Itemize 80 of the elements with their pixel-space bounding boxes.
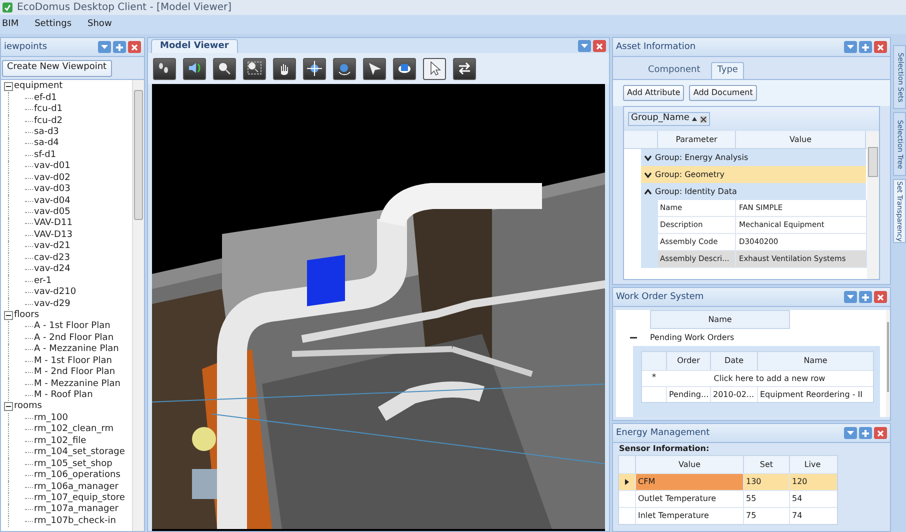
- group-row[interactable]: Group: Identity Data: [641, 183, 866, 200]
- table-row[interactable]: Inlet Temperature 75 74: [619, 507, 837, 524]
- tree-node[interactable]: vav-d03: [34, 185, 70, 194]
- panel-title: Work Order System: [616, 292, 704, 302]
- tree-node[interactable]: A - 2nd Floor Plan: [34, 334, 114, 343]
- tree-node[interactable]: vav-d21: [34, 242, 70, 252]
- tab[interactable]: Component: [643, 62, 706, 79]
- tree-node[interactable]: cav-d23: [34, 254, 70, 263]
- group-label: Group: Energy Analysis: [655, 152, 748, 164]
- tree-node[interactable]: vav-d01: [34, 162, 70, 172]
- window-title: EcoDomus Desktop Client - [Model Viewer]: [17, 2, 232, 12]
- tree-node[interactable]: rm_100: [34, 414, 68, 423]
- tree-node[interactable]: vav-d210: [34, 288, 76, 298]
- tree-node[interactable]: M - 1st Floor Plan: [34, 356, 112, 366]
- tree-node[interactable]: sa-d3: [34, 128, 59, 137]
- action-button[interactable]: Add Document: [689, 85, 757, 101]
- column-header: Name: [757, 352, 873, 370]
- panel-title: Asset Information: [616, 42, 696, 52]
- group-row[interactable]: Pending Work Orders: [616, 329, 886, 346]
- tree-node[interactable]: fcu-d2: [34, 116, 63, 126]
- tree-node[interactable]: rm_104_set_storage: [34, 448, 125, 458]
- tree-node[interactable]: vav-d04: [34, 196, 70, 206]
- panel-title: iewpoints: [4, 42, 48, 52]
- tree-node[interactable]: sa-d4: [34, 139, 59, 148]
- tree-node[interactable]: rm_107_equip_store: [34, 494, 125, 503]
- section-title: Sensor Information:: [618, 443, 710, 455]
- panel-tab[interactable]: Model Viewer: [151, 39, 238, 53]
- table-cell: 75: [743, 508, 789, 524]
- table-cell: Equipment Reordering - II: [757, 387, 873, 402]
- new-row-prompt[interactable]: Click here to add a new row: [666, 372, 873, 384]
- menu-item[interactable]: Settings: [34, 20, 72, 29]
- table-cell: CFM: [635, 474, 743, 490]
- table-cell: 74: [789, 508, 835, 524]
- column-header: Value: [736, 131, 866, 148]
- tree-node[interactable]: rm_106a_manager: [34, 482, 118, 492]
- tree-node[interactable]: rm_105_set_shop: [34, 460, 112, 469]
- tree-node[interactable]: floors: [14, 310, 40, 320]
- tree-node[interactable]: vav-d29: [34, 300, 70, 309]
- tree-node[interactable]: vav-d05: [34, 208, 70, 218]
- tree-node[interactable]: equipment: [14, 82, 63, 92]
- new-row-icon: *: [642, 372, 666, 386]
- tree-node[interactable]: vav-d24: [34, 265, 70, 274]
- create-viewpoint-button[interactable]: Create New Viewpoint: [2, 60, 112, 76]
- table-row[interactable]: CFM 130 120: [619, 473, 837, 490]
- group-label: Pending Work Orders: [650, 332, 734, 344]
- column-header: Order: [666, 352, 710, 370]
- tree-node[interactable]: rm_102_clean_rm: [34, 425, 114, 434]
- tree-node[interactable]: vav-d02: [34, 174, 70, 183]
- tree-node[interactable]: sf-d1: [34, 150, 56, 160]
- group-row[interactable]: Group: Energy Analysis: [641, 149, 866, 166]
- tree-node[interactable]: ef-d1: [34, 94, 57, 103]
- tree-node[interactable]: rm_107a_manager: [34, 505, 118, 514]
- table-cell: 2010-02...: [710, 387, 757, 402]
- menu-item[interactable]: Show: [88, 20, 112, 29]
- tree-node[interactable]: M - Roof Plan: [34, 391, 93, 400]
- tree-node[interactable]: VAV-D13: [34, 230, 72, 240]
- tree-node[interactable]: rm_106_operations: [34, 471, 120, 480]
- table-cell: Pending...: [666, 387, 710, 402]
- tree-node[interactable]: M - Mezzanine Plan: [34, 380, 120, 389]
- tree-node[interactable]: VAV-D11: [34, 219, 72, 228]
- action-button[interactable]: Add Attribute: [623, 85, 684, 101]
- menu-item[interactable]: BIM: [2, 20, 19, 29]
- tree-node[interactable]: rm_102_file: [34, 436, 86, 446]
- panel-title: Energy Management: [616, 428, 710, 438]
- column-header: Date: [710, 352, 757, 370]
- tree-node[interactable]: fcu-d1: [34, 105, 63, 114]
- tree-node[interactable]: er-1: [34, 276, 52, 286]
- tree-node[interactable]: rooms: [14, 402, 42, 412]
- column-header: Name: [650, 310, 790, 329]
- table-row[interactable]: Outlet Temperature 55 54: [619, 490, 837, 507]
- tree-node[interactable]: A - 1st Floor Plan: [34, 322, 110, 332]
- group-label: Group: Geometry: [655, 168, 724, 180]
- tree-node[interactable]: A - Mezzanine Plan: [34, 345, 119, 354]
- column-header: Parameter: [658, 131, 736, 148]
- group-row[interactable]: Group: Geometry: [641, 166, 866, 183]
- tree-node[interactable]: M - 2nd Floor Plan: [34, 368, 116, 378]
- table-cell: Inlet Temperature: [635, 508, 743, 524]
- tab[interactable]: Type: [711, 62, 744, 79]
- tree-node[interactable]: rm_107b_check-in: [34, 516, 116, 526]
- group-label: Group: Identity Data: [655, 186, 737, 198]
